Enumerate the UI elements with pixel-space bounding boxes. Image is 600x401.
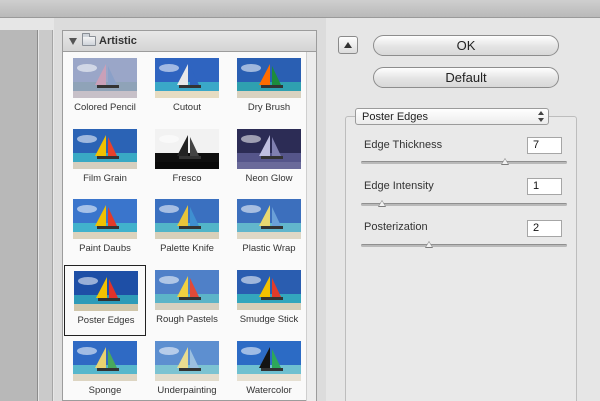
category-label: Artistic [99, 35, 137, 47]
filter-thumb-label: Sponge [88, 385, 122, 396]
filter-thumb-palette-knife[interactable]: Palette Knife [146, 194, 228, 265]
edge-intensity-slider-track[interactable] [361, 203, 567, 206]
filter-preview-image [237, 199, 301, 239]
edge-thickness-label: Edge Thickness [364, 139, 443, 151]
posterization-label: Posterization [364, 221, 428, 233]
filter-preview-image [237, 270, 301, 310]
filter-thumb-watercolor[interactable]: Watercolor [228, 336, 310, 401]
filter-thumb-label: Colored Pencil [74, 102, 136, 113]
image-preview-area[interactable] [0, 30, 38, 401]
posterization-field[interactable]: 2 [527, 220, 562, 237]
filter-preview-image [73, 199, 137, 239]
collapse-gallery-button[interactable] [338, 36, 358, 54]
ok-button[interactable]: OK [373, 35, 559, 56]
filter-select-value: Poster Edges [362, 110, 429, 123]
filter-thumb-plastic-wrap[interactable]: Plastic Wrap [228, 194, 310, 265]
filter-thumb-label: Paint Daubs [79, 243, 131, 254]
filter-preview-image [73, 341, 137, 381]
filter-thumb-label: Fresco [172, 173, 202, 184]
preview-scroll-gutter [39, 30, 53, 401]
filter-preview-image [73, 129, 137, 169]
filter-thumb-cutout[interactable]: Cutout [146, 53, 228, 124]
filter-preview-image [155, 270, 219, 310]
filter-thumb-label: Film Grain [83, 173, 127, 184]
filter-select-dropdown[interactable]: Poster Edges [355, 108, 549, 125]
filter-thumb-rough-pastels[interactable]: Rough Pastels [146, 265, 228, 336]
filter-preview-image [237, 58, 301, 98]
filter-preview-image [155, 199, 219, 239]
filter-preview-image [155, 341, 219, 381]
filter-thumb-label: Neon Glow [245, 173, 293, 184]
disclosure-triangle-icon[interactable] [69, 37, 77, 45]
filter-thumb-label: Smudge Stick [239, 314, 299, 325]
filter-thumb-poster-edges[interactable]: Poster Edges [64, 265, 146, 336]
edge-intensity-field[interactable]: 1 [527, 178, 562, 195]
filter-thumb-underpainting[interactable]: Underpainting [146, 336, 228, 401]
filter-preview-image [73, 58, 137, 98]
filter-thumb-fresco[interactable]: Fresco [146, 124, 228, 195]
filter-thumb-dry-brush[interactable]: Dry Brush [228, 53, 310, 124]
updown-arrows-icon [536, 111, 546, 122]
triangle-up-icon [344, 42, 352, 48]
filter-thumb-label: Underpainting [157, 385, 217, 396]
edge-thickness-slider-track[interactable] [361, 161, 567, 164]
filter-settings-box [345, 116, 577, 401]
filter-thumb-label: Poster Edges [77, 315, 135, 326]
filter-thumb-label: Rough Pastels [156, 314, 218, 325]
filter-thumb-label: Watercolor [246, 385, 292, 396]
filter-thumb-label: Cutout [173, 102, 201, 113]
filter-thumb-label: Dry Brush [247, 102, 291, 113]
filter-thumb-neon-glow[interactable]: Neon Glow [228, 124, 310, 195]
filter-preview-image [237, 341, 301, 381]
filter-preview-image [74, 271, 138, 311]
filter-thumb-film-grain[interactable]: Film Grain [64, 124, 146, 195]
filter-preview-image [155, 58, 219, 98]
edge-thickness-field[interactable]: 7 [527, 137, 562, 154]
filter-thumb-sponge[interactable]: Sponge [64, 336, 146, 401]
edge-intensity-label: Edge Intensity [364, 180, 434, 192]
edge-intensity-slider-thumb[interactable] [377, 200, 386, 207]
filter-preview-image [237, 129, 301, 169]
filter-thumb-smudge-stick[interactable]: Smudge Stick [228, 265, 310, 336]
filter-thumb-label: Plastic Wrap [242, 243, 296, 254]
edge-thickness-slider-thumb[interactable] [501, 158, 510, 165]
window-top-bar [0, 0, 600, 18]
filter-preview-image [155, 129, 219, 169]
filter-thumb-colored-pencil[interactable]: Colored Pencil [64, 53, 146, 124]
posterization-slider-thumb[interactable] [424, 241, 433, 248]
filter-thumb-label: Palette Knife [160, 243, 214, 254]
gallery-scrollbar[interactable] [306, 52, 316, 401]
posterization-slider-track[interactable] [361, 244, 567, 247]
filter-thumb-paint-daubs[interactable]: Paint Daubs [64, 194, 146, 265]
default-button[interactable]: Default [373, 67, 559, 88]
category-header-artistic[interactable]: Artistic [62, 30, 317, 52]
folder-icon [82, 33, 96, 46]
